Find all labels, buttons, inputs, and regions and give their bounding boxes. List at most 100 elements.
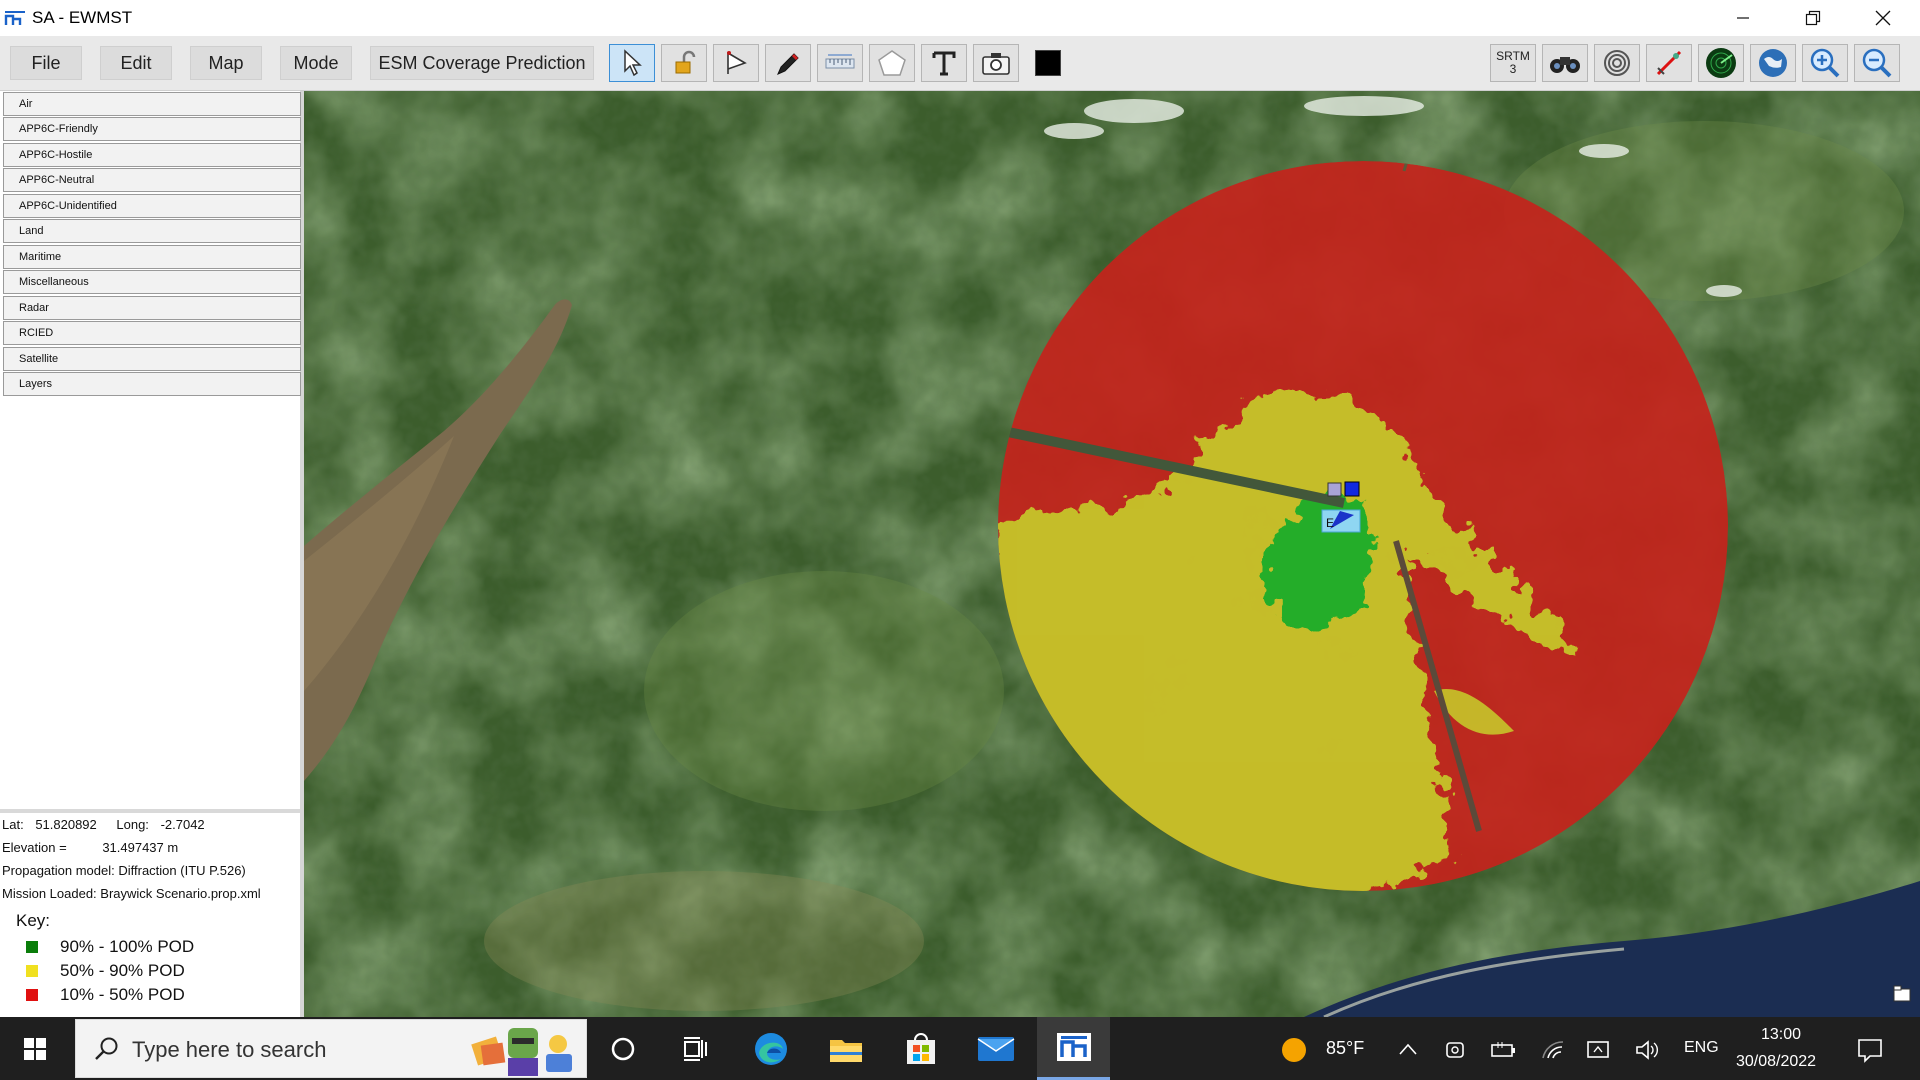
radar-button[interactable] — [1698, 44, 1744, 82]
key-label: 50% - 90% POD — [60, 961, 185, 980]
compass-button[interactable] — [1646, 44, 1692, 82]
zoom-in-icon — [1810, 48, 1840, 78]
category-rcied[interactable]: RCIED — [3, 321, 301, 345]
category-app6c-hostile[interactable]: APP6C-Hostile — [3, 143, 301, 167]
globe-button[interactable] — [1750, 44, 1796, 82]
mail-button[interactable] — [965, 1017, 1027, 1080]
zoom-in-button[interactable] — [1802, 44, 1848, 82]
close-icon — [1875, 10, 1891, 26]
pointer-select-button[interactable] — [609, 44, 655, 82]
edge-browser-icon — [755, 1032, 787, 1065]
key-item-high: 90% - 100% POD — [26, 936, 194, 958]
restore-icon — [1805, 10, 1821, 26]
app-logo-icon — [4, 11, 25, 25]
category-land[interactable]: Land — [3, 219, 301, 243]
compass-icon — [1656, 50, 1682, 76]
volume-icon[interactable] — [1634, 1038, 1660, 1062]
ruler-button[interactable] — [817, 44, 863, 82]
clock-time[interactable]: 13:00 — [1761, 1026, 1801, 1044]
menu-file[interactable]: File — [10, 46, 82, 80]
edge-button[interactable] — [740, 1017, 802, 1080]
pentagon-button[interactable] — [869, 44, 915, 82]
color-swatch-button[interactable] — [1025, 44, 1071, 82]
toolbar: File Edit Map Mode ESM Coverage Predicti… — [0, 36, 1920, 91]
close-button[interactable] — [1860, 0, 1906, 36]
notifications-icon[interactable] — [1856, 1037, 1884, 1063]
category-layers[interactable]: Layers — [3, 372, 301, 396]
binoculars-button[interactable] — [1542, 44, 1588, 82]
lock-button[interactable] — [661, 44, 707, 82]
target-rings-button[interactable] — [1594, 44, 1640, 82]
propagation-model: Propagation model: Diffraction (ITU P.52… — [2, 863, 246, 878]
lock-icon — [675, 50, 696, 74]
pen-button[interactable] — [765, 44, 811, 82]
window-title: SA - EWMST — [32, 8, 133, 27]
key-swatch-green — [26, 941, 38, 953]
ewmst-app-button[interactable] — [1037, 1017, 1110, 1080]
elevation-value: 31.497437 m — [102, 840, 179, 855]
folder-icon — [830, 1039, 862, 1062]
start-button[interactable] — [0, 1017, 70, 1080]
category-radar[interactable]: Radar — [3, 296, 301, 320]
file-explorer-button[interactable] — [815, 1017, 877, 1080]
chevron-up-icon[interactable] — [1398, 1042, 1418, 1056]
menu-esm-coverage-prediction[interactable]: ESM Coverage Prediction — [370, 46, 594, 80]
meet-now-icon[interactable] — [1444, 1038, 1466, 1062]
search-box[interactable]: Type here to search — [75, 1019, 587, 1078]
category-maritime[interactable]: Maritime — [3, 245, 301, 269]
lat-label: Lat: — [2, 817, 24, 832]
microsoft-store-button[interactable] — [890, 1017, 952, 1080]
menu-mode[interactable]: Mode — [280, 46, 352, 80]
wifi-icon[interactable] — [1540, 1038, 1566, 1062]
menu-map[interactable]: Map — [190, 46, 262, 80]
svg-text:E: E — [1326, 516, 1334, 530]
map-view[interactable]: E — [304, 91, 1920, 1017]
input-language[interactable]: ENG — [1684, 1039, 1719, 1057]
elevation-label: Elevation = — [2, 840, 67, 855]
globe-icon — [1759, 49, 1787, 77]
menu-edit[interactable]: Edit — [100, 46, 172, 80]
restore-button[interactable] — [1790, 0, 1836, 36]
task-view-icon — [684, 1036, 707, 1061]
task-view-cortana-button[interactable] — [592, 1017, 654, 1080]
minimize-button[interactable] — [1720, 0, 1766, 36]
target-rings-icon — [1604, 50, 1630, 76]
category-air[interactable]: Air — [3, 92, 301, 116]
search-icon — [95, 1037, 118, 1060]
key-item-medium: 50% - 90% POD — [26, 960, 185, 982]
sensor-marker-icon[interactable] — [1344, 481, 1360, 497]
flag-button[interactable] — [713, 44, 759, 82]
category-app6c-friendly[interactable]: APP6C-Friendly — [3, 117, 301, 141]
clock-date[interactable]: 30/08/2022 — [1736, 1053, 1816, 1071]
category-app6c-neutral[interactable]: APP6C-Neutral — [3, 168, 301, 192]
battery-icon[interactable] — [1490, 1040, 1518, 1060]
flag-icon — [727, 51, 747, 74]
search-highlight-illustration-icon — [471, 1028, 572, 1076]
left-panel: Air APP6C-Friendly APP6C-Hostile APP6C-N… — [0, 91, 304, 1017]
key-item-low: 10% - 50% POD — [26, 984, 185, 1006]
text-tool-button[interactable] — [921, 44, 967, 82]
lat-value: 51.820892 — [35, 817, 97, 832]
emitter-marker-icon[interactable] — [1327, 482, 1342, 497]
windows-logo-icon — [24, 1037, 46, 1060]
title-bar: SA - EWMST — [0, 0, 1920, 36]
terrain-patch — [644, 571, 1004, 811]
category-satellite[interactable]: Satellite — [3, 347, 301, 371]
key-label: 90% - 100% POD — [60, 937, 195, 956]
display-icon[interactable] — [1586, 1038, 1612, 1062]
srtm-button[interactable]: SRTM 3 — [1490, 44, 1536, 82]
elevation-readout: Elevation = 31.497437 m — [2, 840, 178, 855]
camera-icon — [982, 53, 1010, 75]
zoom-out-icon — [1862, 48, 1892, 78]
task-view-button[interactable] — [665, 1017, 727, 1080]
category-miscellaneous[interactable]: Miscellaneous — [3, 270, 301, 294]
weather-temperature[interactable]: 85°F — [1326, 1038, 1364, 1059]
key-label: 10% - 50% POD — [60, 985, 185, 1004]
camera-button[interactable] — [973, 44, 1019, 82]
category-app6c-unidentified[interactable]: APP6C-Unidentified — [3, 194, 301, 218]
zoom-out-button[interactable] — [1854, 44, 1900, 82]
text-tool-icon — [932, 51, 956, 76]
key-swatch-yellow — [26, 965, 38, 977]
store-bag-icon — [907, 1032, 935, 1064]
ruler-icon — [825, 54, 855, 69]
